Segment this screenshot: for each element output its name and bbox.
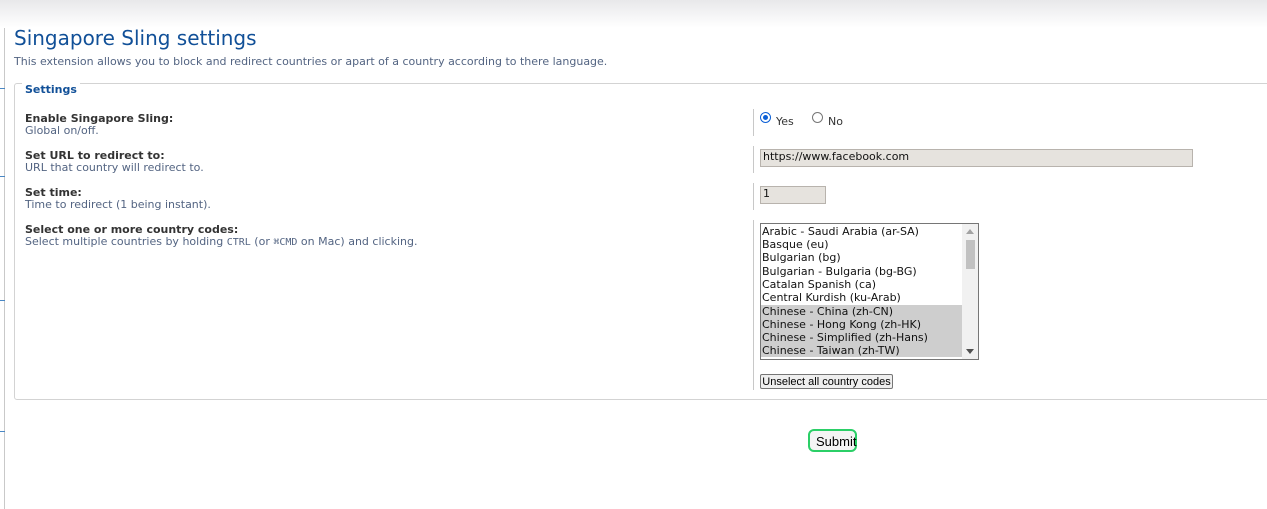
enable-no-label[interactable]: No <box>828 115 843 128</box>
scroll-up-arrow-icon[interactable] <box>966 229 974 234</box>
page-title: Singapore Sling settings <box>14 26 257 50</box>
country-option[interactable]: Arabic - Saudi Arabia (ar-SA) <box>761 225 963 238</box>
scroll-down-arrow-icon[interactable] <box>966 349 974 354</box>
enable-hint: Global on/off. <box>25 124 99 137</box>
country-option[interactable]: Basque (eu) <box>761 238 963 251</box>
country-option-selected[interactable]: Chinese - Hong Kong (zh-HK) <box>761 318 963 331</box>
time-setting-label: Set time: Time to redirect (1 being inst… <box>25 187 211 211</box>
country-option[interactable]: Bulgarian (bg) <box>761 251 963 264</box>
submit-button[interactable]: Submit <box>808 429 857 452</box>
countries-setting-label: Select one or more country codes: Select… <box>25 224 417 249</box>
country-option-selected[interactable]: Chinese - Simplified (zh-Hans) <box>761 331 963 344</box>
top-header-shade <box>0 0 1267 28</box>
cmd-key: ⌘CMD <box>273 237 298 248</box>
row-separator <box>753 220 754 390</box>
countries-hint-middle: (or <box>250 235 274 248</box>
settings-legend: Settings <box>22 83 80 96</box>
row-separator <box>753 183 754 210</box>
country-codes-listbox[interactable]: Arabic - Saudi Arabia (ar-SA) Basque (eu… <box>760 223 979 360</box>
left-tick-mark <box>0 176 5 177</box>
left-tick-mark <box>0 431 5 432</box>
row-separator <box>753 146 754 173</box>
enable-yes-label[interactable]: Yes <box>776 115 794 128</box>
countries-hint-prefix: Select multiple countries by holding <box>25 235 227 248</box>
redirect-url-input[interactable]: https://www.facebook.com <box>760 149 1193 167</box>
enable-yes-radio[interactable] <box>760 112 771 123</box>
left-tick-mark <box>0 300 5 301</box>
country-option-selected[interactable]: Chinese - Taiwan (zh-TW) <box>761 344 963 357</box>
country-option[interactable]: Catalan Spanish (ca) <box>761 278 963 291</box>
enable-no-radio[interactable] <box>812 112 823 123</box>
listbox-scrollbar[interactable] <box>962 224 978 359</box>
time-hint: Time to redirect (1 being instant). <box>25 198 211 211</box>
left-tick-mark <box>0 88 5 89</box>
left-border-rule <box>4 28 5 509</box>
country-option-selected[interactable]: Chinese - China (zh-CN) <box>761 305 963 318</box>
unselect-all-button[interactable]: Unselect all country codes <box>760 374 893 389</box>
countries-hint-suffix: on Mac) and clicking. <box>297 235 418 248</box>
enable-setting-label: Enable Singapore Sling: Global on/off. <box>25 113 173 137</box>
url-hint: URL that country will redirect to. <box>25 161 204 174</box>
page-description: This extension allows you to block and r… <box>14 55 608 68</box>
country-option[interactable]: Central Kurdish (ku-Arab) <box>761 291 963 304</box>
redirect-time-input[interactable]: 1 <box>760 186 826 204</box>
row-separator <box>753 109 754 136</box>
ctrl-key: CTRL <box>226 237 251 248</box>
url-setting-label: Set URL to redirect to: URL that country… <box>25 150 204 174</box>
countries-hint: Select multiple countries by holding CTR… <box>25 236 417 249</box>
scrollbar-thumb[interactable] <box>966 240 975 269</box>
country-option[interactable]: Bulgarian - Bulgaria (bg-BG) <box>761 265 963 278</box>
